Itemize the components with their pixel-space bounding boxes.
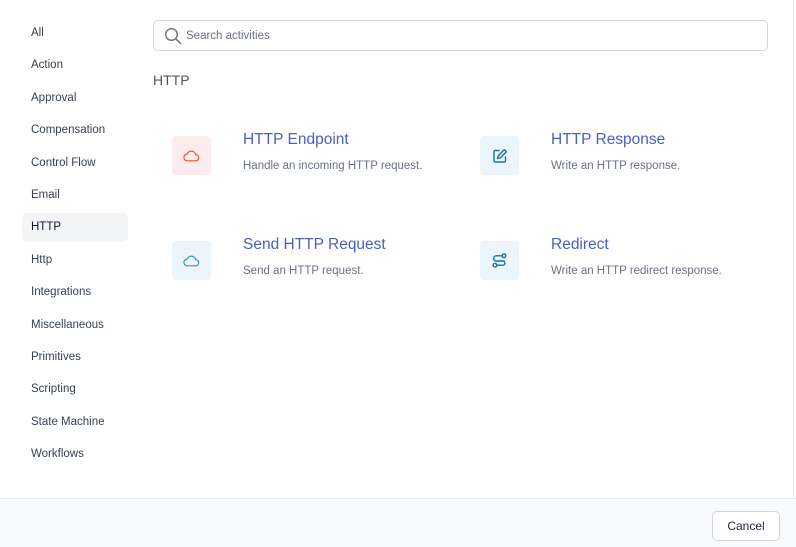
route-icon — [492, 253, 507, 268]
sidebar-item-all[interactable]: All — [22, 19, 128, 48]
activity-description: Write an HTTP redirect response. — [551, 265, 722, 277]
sidebar-item-email[interactable]: Email — [22, 181, 128, 210]
cloud-icon — [183, 150, 200, 162]
sidebar-item-integrations[interactable]: Integrations — [22, 278, 128, 307]
activity-title: HTTP Response — [551, 131, 666, 148]
sidebar-item-workflows[interactable]: Workflows — [22, 440, 128, 469]
cloud-icon — [183, 255, 200, 267]
category-sidebar: All Action Approval Compensation Control… — [22, 19, 128, 472]
sidebar-item-action[interactable]: Action — [22, 51, 128, 80]
activity-picker-dialog: All Action Approval Compensation Control… — [0, 0, 796, 547]
cancel-button[interactable]: Cancel — [712, 511, 780, 541]
activity-title: Redirect — [551, 236, 609, 253]
sidebar-item-scripting[interactable]: Scripting — [22, 375, 128, 404]
activity-card-send-http-request[interactable]: Send HTTP Request Send an HTTP request. — [153, 236, 443, 301]
activity-description: Send an HTTP request. — [243, 265, 364, 277]
activity-card-http-endpoint[interactable]: HTTP Endpoint Handle an incoming HTTP re… — [153, 131, 443, 196]
sidebar-item-control-flow[interactable]: Control Flow — [22, 149, 128, 178]
sidebar-item-state-machine[interactable]: State Machine — [22, 408, 128, 437]
activity-icon-box — [172, 241, 211, 280]
sidebar-item-approval[interactable]: Approval — [22, 84, 128, 113]
activity-card-redirect[interactable]: Redirect Write an HTTP redirect response… — [461, 236, 751, 301]
search-icon — [164, 27, 182, 45]
activity-card-http-response[interactable]: HTTP Response Write an HTTP response. — [461, 131, 751, 196]
activity-icon-box — [172, 136, 211, 175]
section-title: HTTP — [153, 72, 190, 88]
edit-icon — [492, 148, 507, 163]
sidebar-item-miscellaneous[interactable]: Miscellaneous — [22, 311, 128, 340]
activity-list-panel: HTTP HTTP Endpoint Handle an incoming HT… — [153, 20, 768, 280]
activity-title: HTTP Endpoint — [243, 131, 349, 148]
activity-title: Send HTTP Request — [243, 236, 386, 253]
activity-icon-box — [480, 241, 519, 280]
sidebar-item-primitives[interactable]: Primitives — [22, 343, 128, 372]
activity-description: Handle an incoming HTTP request. — [243, 160, 423, 172]
search-input[interactable] — [186, 21, 756, 50]
scroll-edge-divider — [793, 0, 794, 498]
sidebar-item-compensation[interactable]: Compensation — [22, 116, 128, 145]
activity-description: Write an HTTP response. — [551, 160, 681, 172]
dialog-footer: Cancel — [0, 498, 796, 547]
sidebar-item-http-lowercase[interactable]: Http — [22, 246, 128, 275]
sidebar-item-http-selected[interactable]: HTTP — [22, 213, 128, 243]
activity-icon-box — [480, 136, 519, 175]
search-box[interactable] — [153, 20, 768, 51]
